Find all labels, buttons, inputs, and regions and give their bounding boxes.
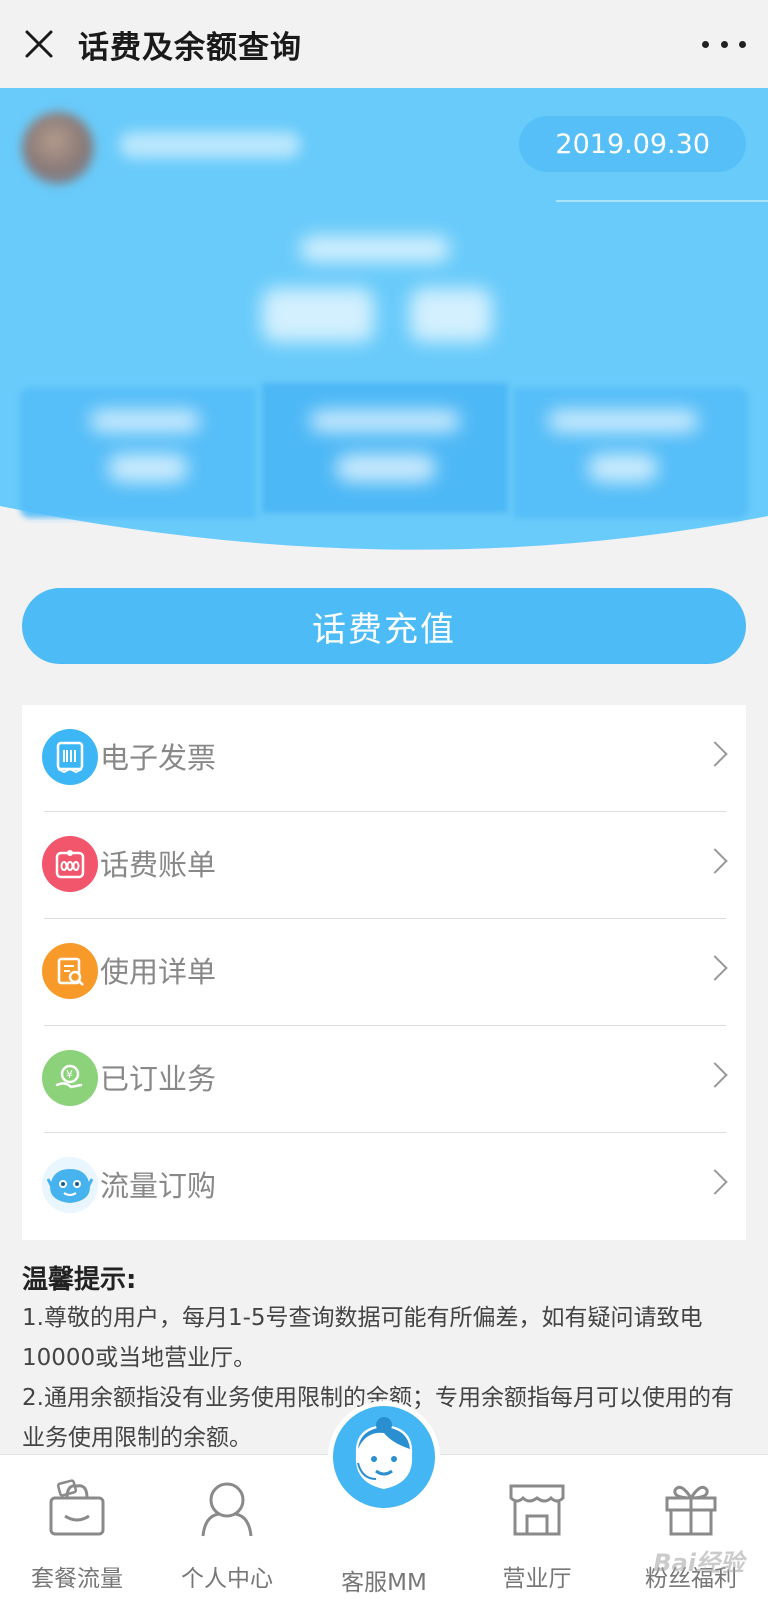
date-badge: 2019.09.30 [519,116,746,172]
date-text: 2019.09.30 [555,128,710,160]
bottom-nav: 套餐流量 个人中心 客服MM 营业厅 粉丝福利 Bai经验 [0,1401,768,1600]
page-title: 话费及余额查询 [78,29,302,66]
avatar[interactable] [22,112,94,184]
menu-item-bill[interactable]: 话费账单 [22,812,746,919]
menu-item-label: 电子发票 [100,741,217,775]
subscribed-service-icon: ¥ [42,1050,98,1106]
dot [739,40,746,48]
stat-value-blurred [588,454,658,482]
data-order-icon [42,1157,98,1213]
user-name-blurred [120,132,300,158]
chevron-right-icon [702,1169,728,1195]
stat-value-blurred [108,454,188,482]
nav-label: 个人中心 [181,1566,273,1592]
person-icon [192,1473,262,1543]
balance-value-blurred [262,288,374,342]
recharge-button-label: 话费充值 [312,609,456,650]
gift-icon [656,1473,726,1543]
tips-title: 温馨提示: [22,1265,137,1295]
service-menu: 电子发票 话费账单 使用详单 ¥ 已订业务 流量订购 [22,705,746,1240]
menu-item-subscribed[interactable]: ¥ 已订业务 [22,1026,746,1133]
bill-icon [42,836,98,892]
menu-item-label: 已订业务 [100,1062,217,1096]
menu-item-e-invoice[interactable]: 电子发票 [22,705,746,812]
svg-text:¥: ¥ [66,1068,73,1081]
menu-item-label: 话费账单 [100,848,217,882]
account-header: 2019.09.30 [0,88,768,558]
stat-label-blurred [310,410,460,432]
chevron-right-icon [702,741,728,767]
menu-item-label: 使用详单 [100,955,217,989]
watermark: Bai经验 [653,1549,744,1577]
stat-value-blurred [336,454,436,482]
menu-item-usage-detail[interactable]: 使用详单 [22,919,746,1026]
balance-label-blurred [300,236,450,262]
chevron-right-icon [702,1062,728,1088]
close-icon [25,30,53,58]
balance-value-blurred [410,288,492,342]
nav-item-profile[interactable]: 个人中心 [162,1473,292,1593]
invoice-icon [42,729,98,785]
stat-card[interactable] [514,388,748,518]
more-options-button[interactable] [702,30,746,58]
title-bar: 话费及余额查询 [0,0,768,88]
recharge-button[interactable]: 话费充值 [22,588,746,664]
divider [556,200,768,202]
menu-item-data-order[interactable]: 流量订购 [22,1133,746,1240]
stat-label-blurred [548,410,698,432]
nav-label: 营业厅 [502,1566,572,1592]
usage-detail-icon [42,943,98,999]
close-button[interactable] [0,0,78,88]
chevron-right-icon [702,955,728,981]
menu-item-label: 流量订购 [100,1169,217,1203]
nav-item-store[interactable]: 营业厅 [472,1473,602,1593]
package-icon [42,1473,112,1543]
dot [702,40,709,48]
customer-service-button[interactable] [328,1401,440,1513]
nav-label[interactable]: 客服MM [318,1563,450,1597]
tip-line: 1.尊敬的用户，每月1-5号查询数据可能有所偏差，如有疑问请致电10000或当地… [22,1305,703,1371]
customer-service-icon [355,1417,413,1489]
stat-label-blurred [90,410,200,432]
chevron-right-icon [702,848,728,874]
nav-label: 套餐流量 [31,1566,123,1592]
nav-item-package[interactable]: 套餐流量 [12,1473,142,1593]
stat-card[interactable] [20,388,256,518]
stat-card[interactable] [262,383,508,513]
dot [720,40,728,48]
store-icon [502,1473,572,1543]
